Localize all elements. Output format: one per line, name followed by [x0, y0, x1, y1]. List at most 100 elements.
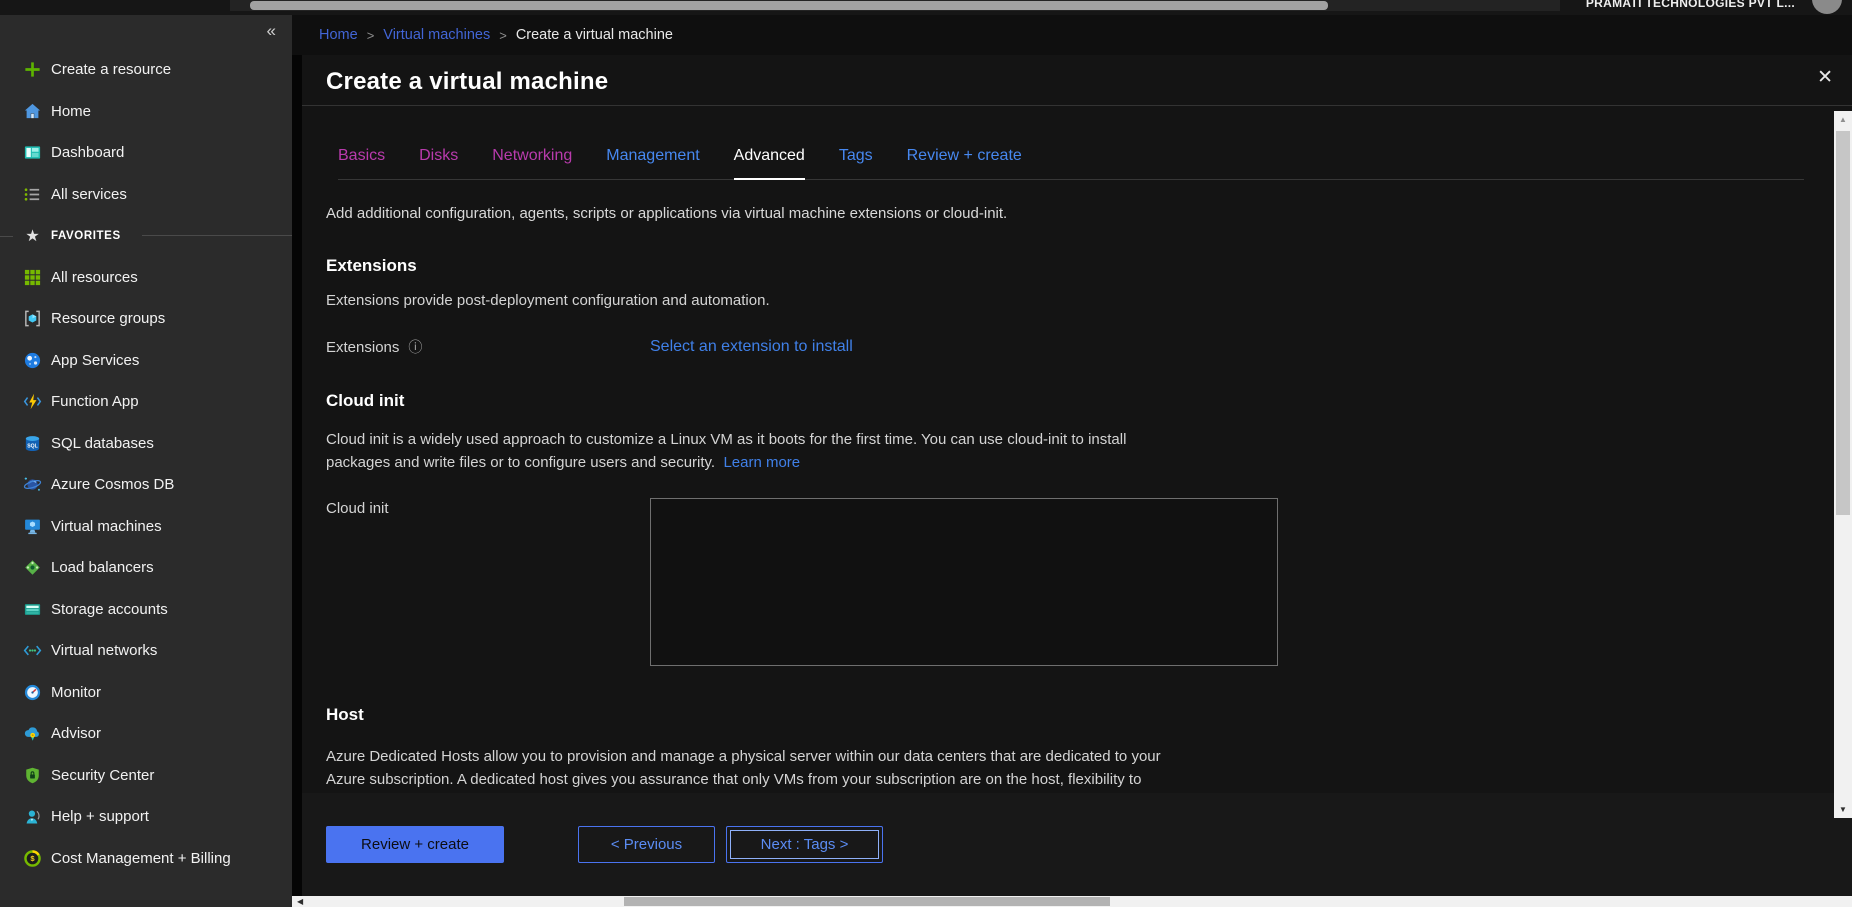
- vertical-scrollbar[interactable]: ▲ ▼: [1834, 111, 1852, 818]
- horizontal-scrollbar[interactable]: ◀: [292, 896, 1852, 907]
- cloud-init-description-line2: packages and write files or to configure…: [326, 451, 1812, 474]
- sidebar-item-label: Dashboard: [51, 144, 124, 161]
- horizontal-scrollbar-thumb[interactable]: [624, 897, 1110, 906]
- divider: [142, 235, 292, 236]
- blade-body: Basics Disks Networking Management Advan…: [302, 106, 1852, 793]
- tab-tags[interactable]: Tags: [839, 147, 873, 179]
- breadcrumb-virtual-machines-link[interactable]: Virtual machines: [383, 27, 490, 43]
- cloud-init-description-line1: Cloud init is a widely used approach to …: [326, 428, 1812, 451]
- tab-management[interactable]: Management: [606, 147, 699, 179]
- planet-icon: [23, 475, 42, 494]
- plus-icon: [23, 60, 42, 79]
- sidebar-item-load-balancers[interactable]: Load balancers: [0, 547, 292, 589]
- top-scrollbar-thumb[interactable]: [250, 1, 1328, 10]
- grid-icon: [23, 268, 42, 287]
- sidebar-item-label: Function App: [51, 393, 139, 410]
- sidebar-item-advisor[interactable]: Advisor: [0, 713, 292, 755]
- sidebar-item-function-app[interactable]: Function App: [0, 381, 292, 423]
- sidebar-item-label: Help + support: [51, 808, 149, 825]
- cloud-init-field-row: Cloud init: [326, 498, 1812, 666]
- select-extension-link[interactable]: Select an extension to install: [650, 338, 853, 356]
- tenant-name[interactable]: PRAMATI TECHNOLOGIES PVT L...: [1586, 0, 1795, 10]
- page-title: Create a virtual machine: [302, 55, 1852, 96]
- sidebar-item-home[interactable]: Home: [0, 91, 292, 133]
- sidebar-item-resource-groups[interactable]: Resource groups: [0, 298, 292, 340]
- sidebar-favorites-header: ★ FAVORITES: [0, 215, 292, 257]
- main-content: Home > Virtual machines > Create a virtu…: [292, 15, 1852, 907]
- sidebar-item-label: Virtual networks: [51, 642, 157, 659]
- storage-icon: [23, 600, 42, 619]
- sidebar-collapse-icon[interactable]: «: [267, 21, 276, 41]
- list-icon: [23, 185, 42, 204]
- breadcrumb: Home > Virtual machines > Create a virtu…: [292, 15, 1852, 55]
- cloud-init-heading: Cloud init: [326, 391, 1812, 411]
- tab-networking[interactable]: Networking: [492, 147, 572, 179]
- sidebar-item-create-a-resource[interactable]: Create a resource: [0, 49, 292, 91]
- cloud-init-textarea[interactable]: [650, 498, 1278, 666]
- sidebar-nav: Create a resource Home Dashboard All ser…: [0, 15, 292, 879]
- sidebar: « Create a resource Home Dashboard All s…: [0, 15, 292, 907]
- sidebar-item-virtual-networks[interactable]: Virtual networks: [0, 630, 292, 672]
- sidebar-item-label: Create a resource: [51, 61, 171, 78]
- tab-bar: Basics Disks Networking Management Advan…: [338, 147, 1804, 180]
- sidebar-item-virtual-machines[interactable]: Virtual machines: [0, 506, 292, 548]
- create-vm-blade: Create a virtual machine ✕ Basics Disks …: [302, 55, 1852, 896]
- sidebar-item-label: All resources: [51, 269, 138, 286]
- sidebar-item-label: Resource groups: [51, 310, 165, 327]
- tab-review-create[interactable]: Review + create: [907, 147, 1022, 179]
- sidebar-item-dashboard[interactable]: Dashboard: [0, 132, 292, 174]
- field-label-text: Cloud init: [326, 500, 389, 517]
- scroll-down-icon[interactable]: ▼: [1834, 801, 1852, 818]
- sidebar-item-all-services[interactable]: All services: [0, 174, 292, 216]
- sidebar-item-sql-databases[interactable]: SQL SQL databases: [0, 423, 292, 465]
- tab-basics[interactable]: Basics: [338, 147, 385, 179]
- shield-icon: [23, 766, 42, 785]
- blade-header: Create a virtual machine ✕: [302, 55, 1852, 106]
- extensions-heading: Extensions: [326, 256, 1812, 276]
- top-bar: PRAMATI TECHNOLOGIES PVT L...: [0, 0, 1852, 15]
- previous-button[interactable]: < Previous: [578, 826, 715, 863]
- scroll-up-icon[interactable]: ▲: [1834, 111, 1852, 128]
- sidebar-item-security-center[interactable]: Security Center: [0, 755, 292, 797]
- tab-intro-text: Add additional configuration, agents, sc…: [326, 205, 1812, 222]
- dashboard-icon: [23, 143, 42, 162]
- advisor-icon: [23, 724, 42, 743]
- svg-text:SQL: SQL: [27, 443, 38, 449]
- avatar[interactable]: [1812, 0, 1842, 14]
- sidebar-item-label: Azure Cosmos DB: [51, 476, 174, 493]
- network-icon: [23, 641, 42, 660]
- extensions-description: Extensions provide post-deployment confi…: [326, 292, 1812, 309]
- sidebar-item-storage-accounts[interactable]: Storage accounts: [0, 589, 292, 631]
- cloud-init-field-label: Cloud init: [326, 498, 650, 517]
- breadcrumb-home-link[interactable]: Home: [319, 27, 358, 43]
- sidebar-item-label: Cost Management + Billing: [51, 850, 231, 867]
- sidebar-item-label: Monitor: [51, 684, 101, 701]
- tab-advanced[interactable]: Advanced: [734, 147, 805, 180]
- sidebar-item-label: Advisor: [51, 725, 101, 742]
- scroll-left-icon[interactable]: ◀: [297, 896, 303, 907]
- sidebar-item-help-support[interactable]: Help + support: [0, 796, 292, 838]
- sidebar-item-azure-cosmos-db[interactable]: Azure Cosmos DB: [0, 464, 292, 506]
- learn-more-link[interactable]: Learn more: [723, 454, 800, 471]
- sidebar-item-label: SQL databases: [51, 435, 154, 452]
- resource-group-icon: [23, 309, 42, 328]
- info-icon[interactable]: ⓘ: [408, 337, 422, 357]
- extensions-field-label: Extensions ⓘ: [326, 337, 650, 357]
- sidebar-item-label: Security Center: [51, 767, 154, 784]
- sidebar-item-app-services[interactable]: App Services: [0, 340, 292, 382]
- star-icon: ★: [23, 226, 42, 245]
- sidebar-item-all-resources[interactable]: All resources: [0, 257, 292, 299]
- top-scrollbar-track[interactable]: [230, 0, 1560, 11]
- close-icon[interactable]: ✕: [1817, 66, 1833, 89]
- field-label-text: Extensions: [326, 339, 399, 356]
- sidebar-item-monitor[interactable]: Monitor: [0, 672, 292, 714]
- tab-disks[interactable]: Disks: [419, 147, 458, 179]
- next-tags-button[interactable]: Next : Tags >: [726, 826, 883, 863]
- sidebar-item-label: Virtual machines: [51, 518, 162, 535]
- sidebar-item-cost-management-billing[interactable]: $ Cost Management + Billing: [0, 838, 292, 880]
- review-create-button[interactable]: Review + create: [326, 826, 504, 863]
- load-balancer-icon: [23, 558, 42, 577]
- blade-footer: Review + create < Previous Next : Tags >: [302, 793, 1852, 896]
- sidebar-item-label: Home: [51, 103, 91, 120]
- vertical-scrollbar-thumb[interactable]: [1836, 131, 1850, 515]
